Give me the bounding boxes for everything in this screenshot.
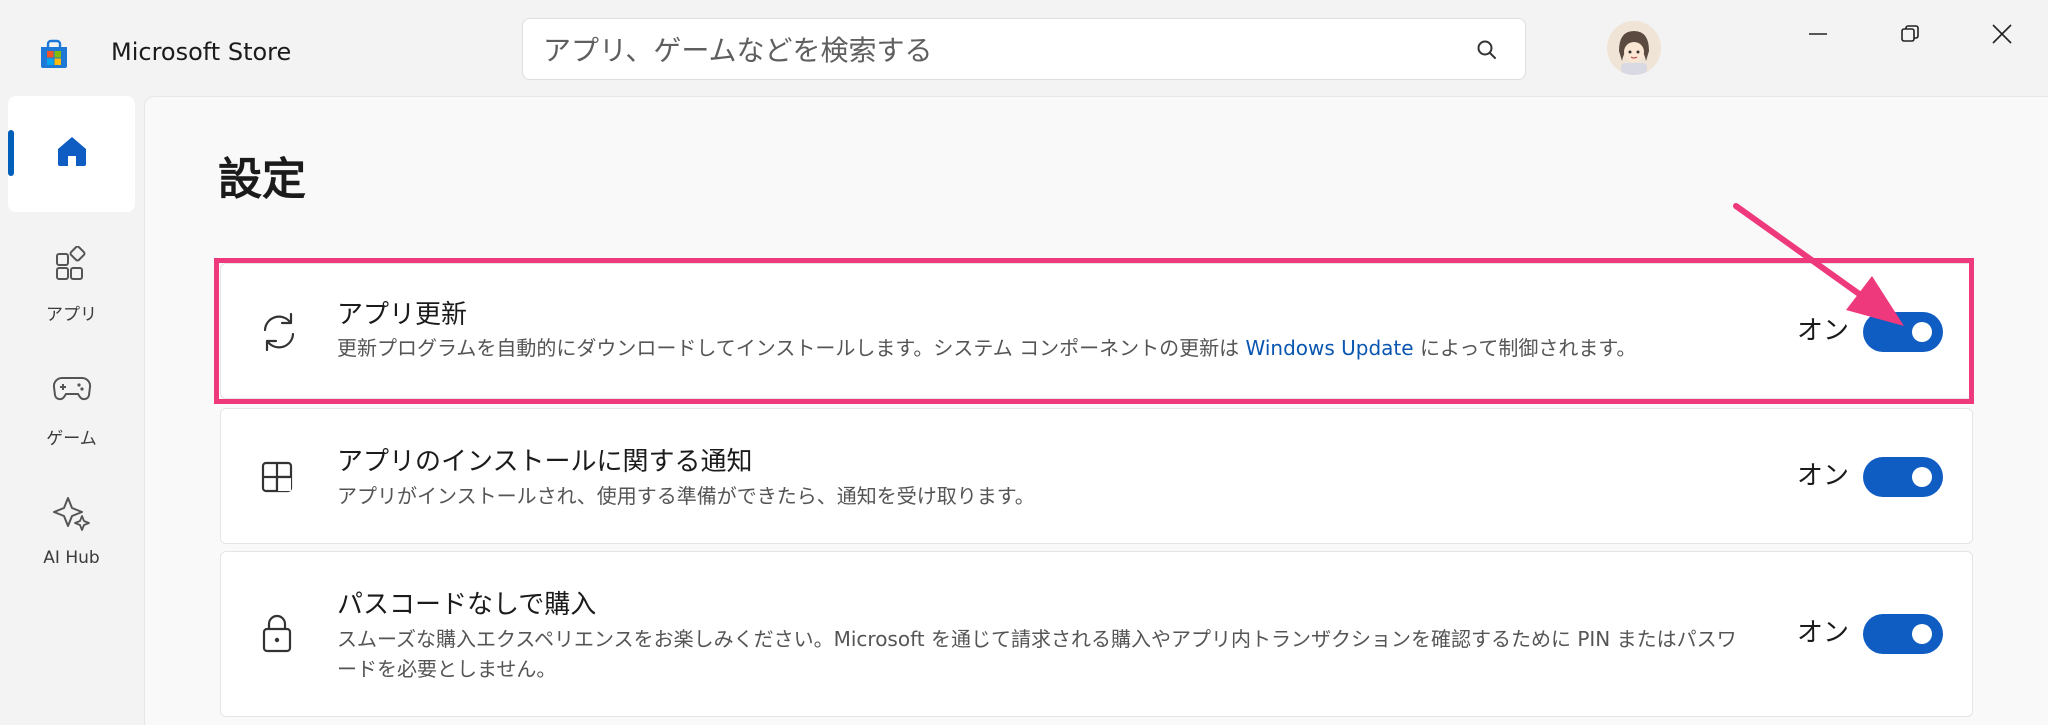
- toggle-knob: [1912, 322, 1932, 342]
- sparkle-icon: [53, 497, 90, 531]
- setting-description: アプリがインストールされ、使用する準備ができたら、通知を受け取ります。: [337, 484, 1035, 508]
- setting-description: 更新プログラムを自動的にダウンロードしてインストールします。システム コンポーネ…: [337, 333, 1737, 363]
- toggle-knob: [1912, 467, 1932, 487]
- home-icon: [58, 137, 86, 166]
- toggle-state-label: オン: [1797, 316, 1850, 346]
- nav-item-ai-hub[interactable]: AI Hub: [8, 494, 135, 604]
- app-title: Microsoft Store: [111, 38, 292, 66]
- minimize-icon: [1809, 33, 1827, 35]
- install-notifications-toggle[interactable]: [1863, 457, 1943, 497]
- apps-icon: [56, 246, 86, 280]
- setting-title: アプリのインストールに関する通知: [337, 447, 753, 477]
- toggle-state-label: オン: [1797, 461, 1850, 491]
- lock-icon: [262, 614, 292, 653]
- toggle-state-label: オン: [1797, 618, 1850, 648]
- nav-label-ai-hub: AI Hub: [43, 548, 100, 568]
- app-tiles-icon: [261, 461, 293, 493]
- search-icon[interactable]: [1475, 38, 1499, 62]
- restore-icon: [1901, 25, 1919, 42]
- search-input[interactable]: [541, 29, 1475, 71]
- user-avatar[interactable]: [1607, 21, 1661, 75]
- minimize-button[interactable]: [1788, 14, 1848, 54]
- microsoft-store-icon: [38, 38, 70, 70]
- page-title: 設定: [218, 154, 306, 205]
- setting-card-purchase-without-passcode: パスコードなしで購入 スムーズな購入エクスペリエンスをお楽しみください。Micr…: [220, 551, 1973, 717]
- toggle-knob: [1912, 624, 1932, 644]
- purchase-without-passcode-toggle[interactable]: [1863, 614, 1943, 654]
- sync-icon: [263, 312, 295, 352]
- setting-card-install-notifications: アプリのインストールに関する通知 アプリがインストールされ、使用する準備ができた…: [220, 408, 1973, 544]
- setting-title: アプリ更新: [337, 300, 468, 330]
- setting-card-app-updates: アプリ更新 更新プログラムを自動的にダウンロードしてインストールします。システム…: [220, 263, 1973, 399]
- nav-item-home[interactable]: [8, 131, 135, 241]
- nav-label-apps: アプリ: [46, 305, 97, 325]
- nav-item-apps[interactable]: アプリ: [8, 246, 135, 356]
- nav-item-games[interactable]: ゲーム: [8, 370, 135, 480]
- restore-button[interactable]: [1880, 14, 1940, 54]
- windows-update-link[interactable]: Windows Update: [1246, 336, 1414, 360]
- setting-description: スムーズな購入エクスペリエンスをお楽しみください。Microsoft を通じて請…: [337, 627, 1737, 681]
- title-bar: Microsoft Store: [0, 0, 2048, 95]
- setting-title: パスコードなしで購入: [337, 590, 597, 620]
- app-updates-toggle[interactable]: [1863, 312, 1943, 352]
- nav-label-games: ゲーム: [46, 429, 97, 449]
- search-box[interactable]: [522, 18, 1526, 80]
- close-icon: [1992, 24, 2012, 44]
- close-button[interactable]: [1972, 14, 2032, 54]
- gamepad-icon: [52, 376, 92, 401]
- description-text-end: によって制御されます。: [1413, 336, 1637, 360]
- description-text: 更新プログラムを自動的にダウンロードしてインストールします。システム コンポーネ…: [337, 336, 1246, 360]
